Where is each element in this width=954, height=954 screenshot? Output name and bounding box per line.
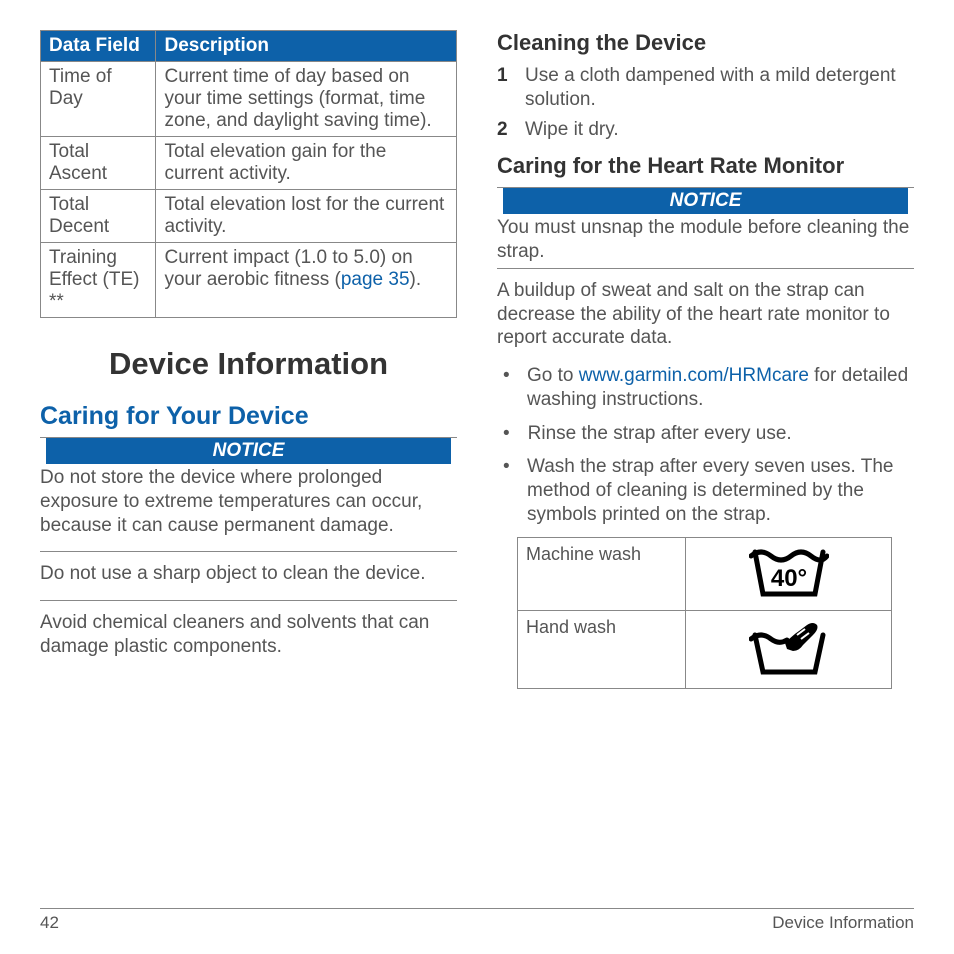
- notice-bar: NOTICE: [40, 437, 457, 464]
- table-header-desc: Description: [156, 31, 457, 62]
- desc-cell: Total elevation lost for the current act…: [156, 190, 457, 243]
- bullet-text: Wash the strap after every seven uses. T…: [527, 455, 914, 526]
- section-title: Device Information: [40, 346, 457, 382]
- wash-table: Machine wash 40° Hand wash: [517, 537, 892, 689]
- table-row: Machine wash 40°: [518, 537, 892, 610]
- field-cell: Time of Day: [41, 62, 156, 137]
- text: Go to: [527, 365, 579, 386]
- list-item: 1Use a cloth dampened with a mild deterg…: [497, 64, 914, 112]
- list-item: • Wash the strap after every seven uses.…: [497, 455, 914, 526]
- bullet-text: Rinse the strap after every use.: [528, 422, 792, 446]
- step-text: Use a cloth dampened with a mild deterge…: [525, 64, 914, 112]
- cleaning-heading: Cleaning the Device: [497, 30, 914, 56]
- list-item: 2 Wipe it dry.: [497, 118, 914, 142]
- wash-temp: 40°: [771, 565, 807, 592]
- wash-label: Machine wash: [518, 537, 686, 610]
- left-column: Data Field Description Time of Day Curre…: [40, 30, 457, 900]
- bullet-text: Go to www.garmin.com/HRMcare for detaile…: [527, 364, 914, 412]
- divider: [40, 551, 457, 552]
- hrm-heading: Caring for the Heart Rate Monitor: [497, 153, 914, 179]
- notice-text: Do not store the device where prolonged …: [40, 466, 457, 537]
- wash-label: Hand wash: [518, 610, 686, 688]
- divider: [40, 600, 457, 601]
- hand-wash-icon: [749, 617, 829, 677]
- machine-wash-icon: 40°: [749, 544, 829, 599]
- step-number: 1: [497, 64, 513, 112]
- bullet-icon: •: [497, 364, 509, 412]
- page-link[interactable]: page 35: [341, 269, 410, 290]
- desc-cell: Current impact (1.0 to 5.0) on your aero…: [156, 243, 457, 318]
- hrm-link[interactable]: www.garmin.com/HRMcare: [579, 365, 809, 386]
- divider: [497, 268, 914, 269]
- right-column: Cleaning the Device 1Use a cloth dampene…: [497, 30, 914, 900]
- para-sharp: Do not use a sharp object to clean the d…: [40, 562, 457, 586]
- caring-heading: Caring for Your Device: [40, 402, 457, 431]
- footer: 42 Device Information: [40, 908, 914, 933]
- table-row: Total Ascent Total elevation gain for th…: [41, 137, 457, 190]
- table-row: Hand wash: [518, 610, 892, 688]
- desc-cell: Current time of day based on your time s…: [156, 62, 457, 137]
- hand-wash-icon-cell: [686, 610, 892, 688]
- table-header-field: Data Field: [41, 31, 156, 62]
- bullet-icon: •: [497, 455, 509, 526]
- machine-wash-icon-cell: 40°: [686, 537, 892, 610]
- field-cell: Total Ascent: [41, 137, 156, 190]
- list-item: • Rinse the strap after every use.: [497, 422, 914, 446]
- table-row: Total Decent Total elevation lost for th…: [41, 190, 457, 243]
- hrm-bullets: • Go to www.garmin.com/HRMcare for detai…: [497, 364, 914, 527]
- hrm-para: A buildup of sweat and salt on the strap…: [497, 279, 914, 350]
- table-row: Training Effect (TE) ** Current impact (…: [41, 243, 457, 318]
- page-number: 42: [40, 913, 59, 933]
- para-chem: Avoid chemical cleaners and solvents tha…: [40, 611, 457, 659]
- list-item: • Go to www.garmin.com/HRMcare for detai…: [497, 364, 914, 412]
- desc-cell: Total elevation gain for the current act…: [156, 137, 457, 190]
- bullet-icon: •: [497, 422, 510, 446]
- cleaning-steps: 1Use a cloth dampened with a mild deterg…: [497, 64, 914, 141]
- step-number: 2: [497, 118, 513, 142]
- notice-bar: NOTICE: [497, 187, 914, 214]
- data-field-table: Data Field Description Time of Day Curre…: [40, 30, 457, 318]
- hrm-notice-text: You must unsnap the module before cleani…: [497, 216, 914, 264]
- desc-text: ).: [410, 269, 422, 290]
- footer-section: Device Information: [772, 913, 914, 933]
- table-row: Time of Day Current time of day based on…: [41, 62, 457, 137]
- field-cell: Training Effect (TE) **: [41, 243, 156, 318]
- step-text: Wipe it dry.: [525, 118, 619, 142]
- field-cell: Total Decent: [41, 190, 156, 243]
